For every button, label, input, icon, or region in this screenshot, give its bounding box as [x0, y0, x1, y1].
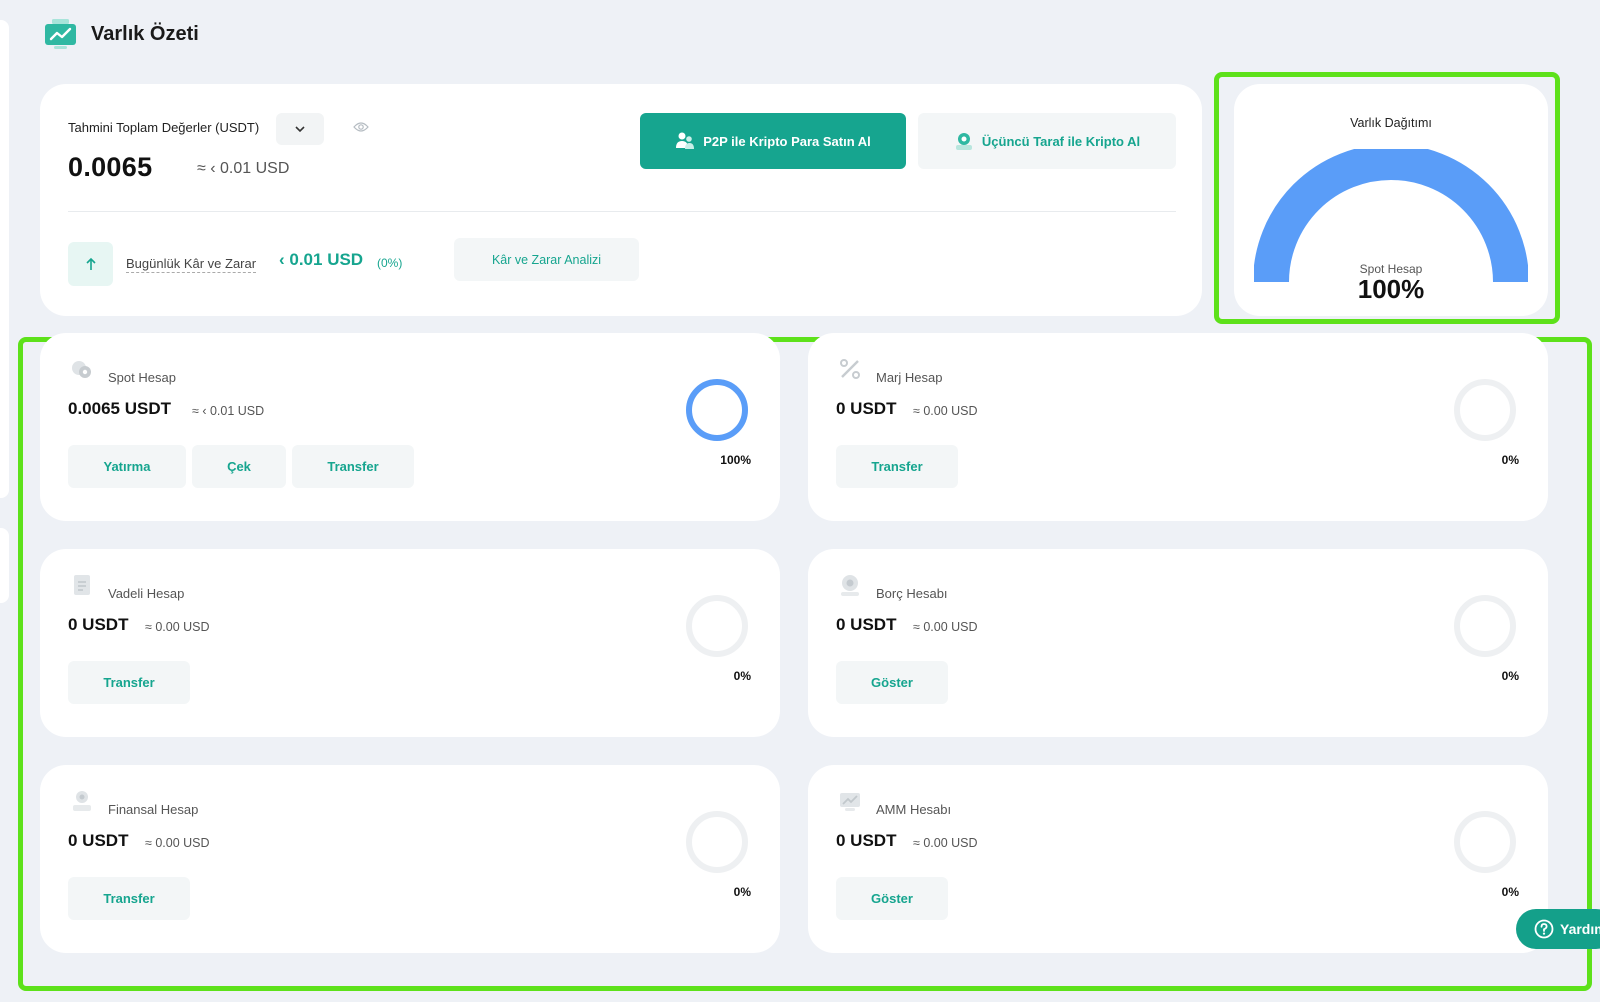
page-header: Varlık Özeti [44, 16, 199, 52]
account-amount: 0 USDT [836, 831, 897, 850]
g-ster-button[interactable]: Göster [836, 877, 948, 920]
gauge-segment-value: 100% [1357, 274, 1425, 304]
account-usd-value: ≈ 0.00 USD [145, 620, 210, 634]
account-amount: 0 USDT [836, 399, 897, 418]
g-ster-button[interactable]: Göster [836, 661, 948, 704]
account-card: Borç Hesabı 0 USDT ≈ 0.00 USD Göster 0% [808, 549, 1548, 737]
account-card: AMM Hesabı 0 USDT ≈ 0.00 USD Göster 0% [808, 765, 1548, 953]
account-amount: 0 USDT [68, 831, 129, 850]
finance-icon [73, 791, 91, 811]
daily-pnl-value: ‹ 0.01 USD [279, 250, 364, 269]
daily-pnl-label[interactable]: Bugünlük Kâr ve Zarar [126, 256, 257, 273]
help-icon [1534, 919, 1554, 939]
account-share-donut [686, 595, 748, 657]
account-name: Marj Hesap [876, 370, 943, 385]
pnl-trend-indicator [68, 242, 113, 286]
donut-segment [686, 379, 748, 441]
asset-distribution-card: Varlık Dağıtımı Spot Hesap 100% [1234, 84, 1548, 316]
currency-dropdown[interactable] [276, 113, 324, 145]
account-share-donut [686, 379, 748, 441]
help-label: Yardım [1560, 921, 1600, 937]
account-card: Vadeli Hesap 0 USDT ≈ 0.00 USD Transfer 0% [40, 549, 780, 737]
chart-icon [840, 793, 860, 811]
distribution-title: Varlık Dağıtımı [1350, 116, 1432, 130]
transfer-button[interactable]: Transfer [836, 445, 958, 488]
yat-rma-button[interactable]: Yatırma [68, 445, 186, 488]
account-actions: Göster [836, 877, 948, 920]
account-card: Marj Hesap 0 USDT ≈ 0.00 USD Transfer 0% [808, 333, 1548, 521]
account-share-percent: 0% [733, 669, 751, 683]
daily-pnl-percent: (0%) [377, 256, 403, 270]
p2p-buy-label: P2P ile Kripto Para Satın Al [703, 133, 871, 149]
account-name: Vadeli Hesap [108, 586, 185, 601]
-ek-button[interactable]: Çek [192, 445, 286, 488]
account-amount: 0.0065 USDT [68, 399, 171, 418]
percent-icon [840, 359, 860, 379]
account-usd-value: ≈ ‹ 0.01 USD [192, 404, 265, 418]
third-party-buy-label: Üçüncü Taraf ile Kripto Al [981, 133, 1141, 149]
account-actions: Transfer [68, 877, 190, 920]
transfer-button[interactable]: Transfer [292, 445, 414, 488]
account-card: Finansal Hesap 0 USDT ≈ 0.00 USD Transfer 0% [40, 765, 780, 953]
account-name: Borç Hesabı [876, 586, 948, 601]
account-actions: Transfer [68, 661, 190, 704]
account-actions: Transfer [836, 445, 958, 488]
page-title: Varlık Özeti [91, 22, 199, 45]
arrow-up-icon [85, 257, 96, 270]
pnl-analysis-button[interactable]: Kâr ve Zarar Analizi [454, 238, 639, 281]
account-share-donut [686, 811, 748, 873]
coin-stack-icon [841, 575, 859, 596]
estimated-total-label: Tahmini Toplam Değerler (USDT) [68, 120, 260, 135]
account-usd-value: ≈ 0.00 USD [913, 620, 978, 634]
p2p-buy-button[interactable]: P2P ile Kripto Para Satın Al [640, 113, 906, 169]
chevron-down-icon [295, 125, 305, 132]
account-name: AMM Hesabı [876, 802, 952, 817]
account-usd-value: ≈ 0.00 USD [913, 404, 978, 418]
account-actions: Göster [836, 661, 948, 704]
account-share-percent: 0% [1501, 453, 1519, 467]
account-name: Finansal Hesap [108, 802, 199, 817]
account-actions: Yatırma Çek Transfer [68, 445, 414, 488]
account-amount: 0 USDT [836, 615, 897, 634]
account-share-percent: 100% [720, 453, 751, 467]
total-usd-value: ≈ ‹ 0.01 USD [197, 160, 290, 177]
asset-summary-card: Tahmini Toplam Değerler (USDT) 0.0065 ≈ … [40, 84, 1202, 316]
account-share-donut [1454, 595, 1516, 657]
help-button[interactable]: Yardım [1516, 909, 1600, 949]
account-usd-value: ≈ 0.00 USD [145, 836, 210, 850]
document-icon [74, 575, 90, 595]
chart-monitor-icon [45, 18, 76, 49]
coins-icon [72, 361, 91, 378]
account-usd-value: ≈ 0.00 USD [913, 836, 978, 850]
account-share-donut [1454, 811, 1516, 873]
account-amount: 0 USDT [68, 615, 129, 634]
eye-icon[interactable] [353, 121, 369, 133]
sidebar-edge [0, 528, 9, 603]
transfer-button[interactable]: Transfer [68, 877, 190, 920]
transfer-button[interactable]: Transfer [68, 661, 190, 704]
account-share-percent: 0% [733, 885, 751, 899]
third-party-buy-button[interactable]: Üçüncü Taraf ile Kripto Al [918, 113, 1176, 169]
coin-person-icon [955, 133, 972, 150]
total-value: 0.0065 [68, 152, 153, 182]
account-card: Spot Hesap 0.0065 USDT ≈ ‹ 0.01 USD Yatırma… [40, 333, 780, 521]
account-share-percent: 0% [1501, 669, 1519, 683]
divider [68, 211, 1176, 212]
account-share-donut [1454, 379, 1516, 441]
users-icon [676, 132, 695, 149]
sidebar-edge [0, 20, 9, 498]
account-name: Spot Hesap [108, 370, 176, 385]
account-share-percent: 0% [1501, 885, 1519, 899]
